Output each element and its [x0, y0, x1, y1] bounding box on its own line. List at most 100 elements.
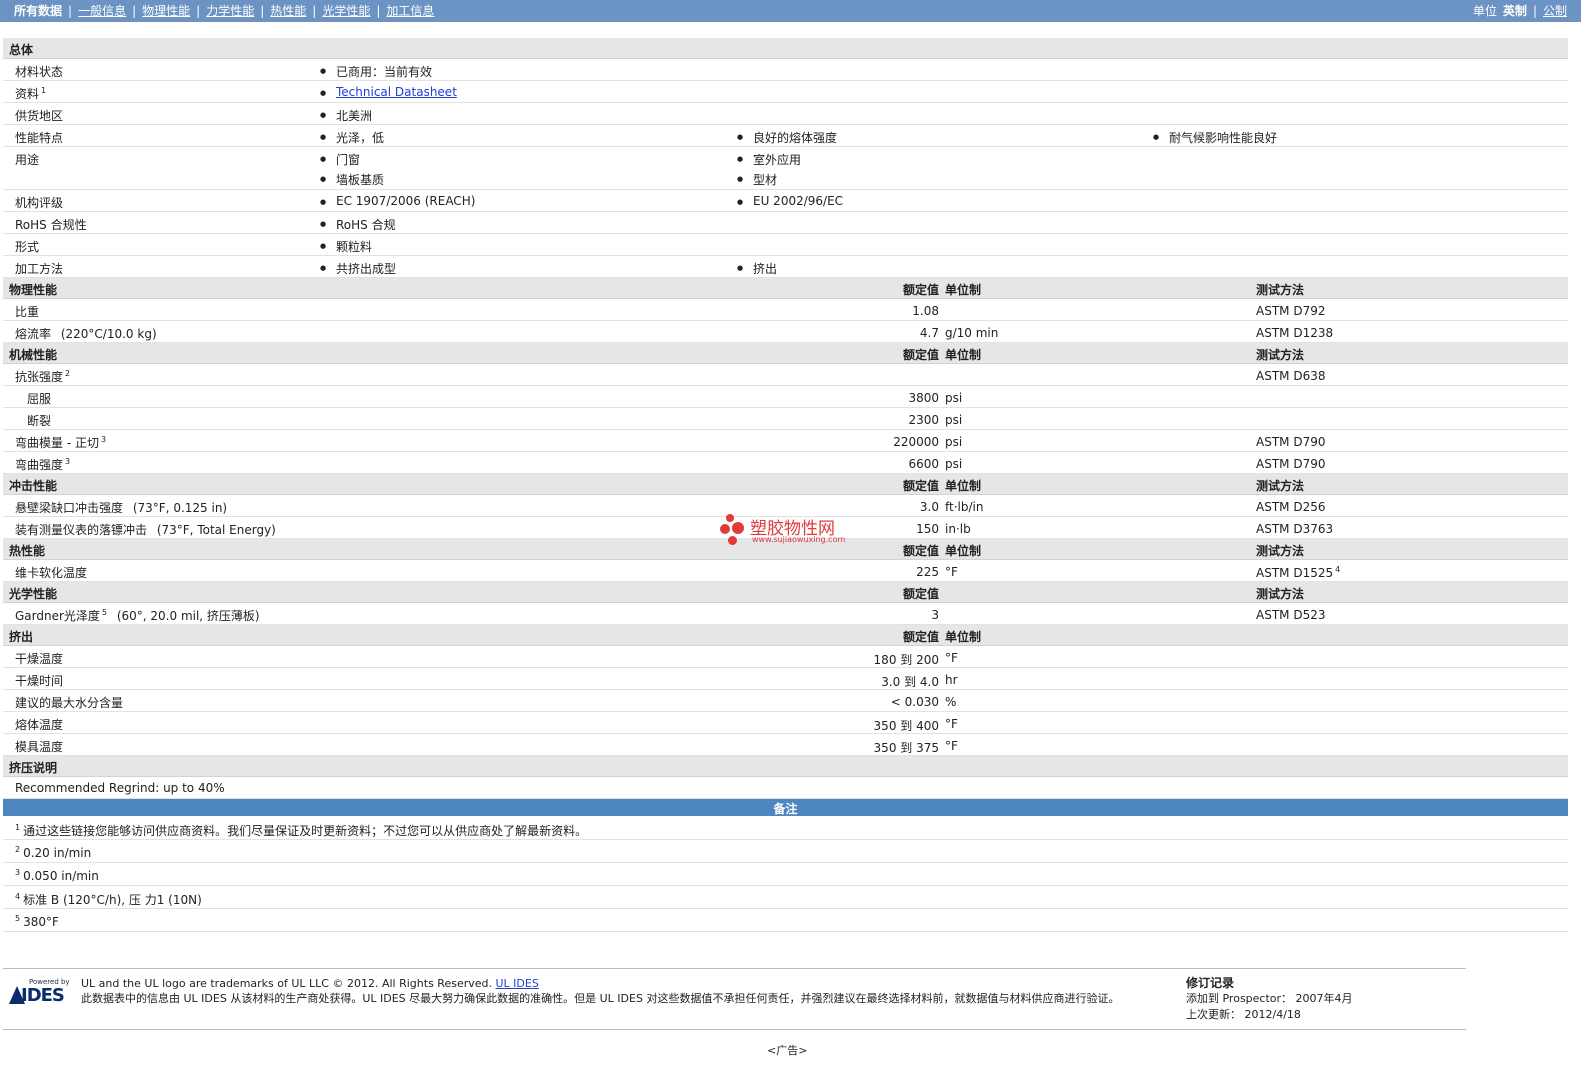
tab-0[interactable]: 所有数据: [14, 4, 62, 18]
tab-4[interactable]: 热性能: [270, 4, 306, 18]
unit-value: hr: [945, 673, 958, 687]
unit-value: psi: [945, 435, 963, 449]
notes-header: 备注: [3, 799, 1568, 816]
property-row: 弯曲模量 - 正切 3 220000 psi ASTM D790: [3, 430, 1568, 452]
nominal-value: 225: [916, 565, 939, 579]
test-method-header: 测试方法: [1256, 587, 1305, 601]
unit-value: psi: [945, 413, 963, 427]
test-method: ASTM D1238: [1256, 326, 1334, 340]
ad-placeholder: <广告>: [767, 1044, 808, 1057]
general-value: 已商用：当前有效: [320, 63, 432, 80]
property-label: 屈服: [27, 392, 52, 406]
ul-ides-link[interactable]: UL IDES: [496, 977, 539, 990]
nominal-value: 6600: [908, 457, 939, 471]
trademark-text: UL and the UL logo are trademarks of UL …: [81, 977, 539, 990]
property-label: 熔流率 (220°C/10.0 kg): [15, 327, 157, 341]
unit-value: ft·lb/in: [945, 500, 984, 514]
general-value: 北美洲: [320, 107, 372, 124]
technical-datasheet-link[interactable]: Technical Datasheet: [320, 85, 457, 99]
section-title: 冲击性能: [9, 479, 58, 493]
tab-1[interactable]: 一般信息: [78, 4, 126, 18]
section-title: 物理性能: [9, 283, 58, 297]
note-row: 5 380°F: [3, 909, 1568, 932]
test-method: ASTM D523: [1256, 608, 1326, 622]
property-row: Gardner光泽度 5 (60°, 20.0 mil, 挤压薄板) 3 ASTM D…: [3, 603, 1568, 625]
top-navigation-bar: 所有数据 | 一般信息 | 物理性能 | 力学性能 | 热性能 | 光学性能 | 加工信息 单位 英制 | 公…: [0, 0, 1581, 22]
watermark: 塑胶物性网 www.sujiaowuxing.com: [720, 512, 900, 548]
unit-header: 单位制: [945, 544, 982, 558]
unit-switcher: 单位 英制 | 公制: [1472, 4, 1567, 18]
property-label: 材料状态: [15, 65, 64, 79]
section-impact: 冲击性能 额定值 单位制 测试方法: [3, 474, 1568, 495]
test-method-header: 测试方法: [1256, 479, 1305, 493]
general-value: EU 2002/96/EC: [737, 194, 843, 208]
section-extrusion: 挤出 额定值 单位制: [3, 625, 1568, 646]
unit-value: °F: [945, 739, 958, 753]
extrusion-notes-text: Recommended Regrind: up to 40%: [15, 781, 225, 795]
section-physical: 物理性能 额定值 单位制 测试方法: [3, 278, 1568, 299]
tab-6[interactable]: 加工信息: [386, 4, 434, 18]
tab-2[interactable]: 物理性能: [142, 4, 190, 18]
general-row: 资料1 Technical Datasheet: [3, 81, 1568, 103]
footnote-ref: 2: [65, 369, 71, 378]
property-row: 比重 1.08 ASTM D792: [3, 299, 1568, 321]
test-method: ASTM D638: [1256, 369, 1326, 383]
property-row: 断裂 2300 psi: [3, 408, 1568, 430]
general-row: 机构评级 EC 1907/2006 (REACH) EU 2002/96/EC: [3, 190, 1568, 212]
property-label: 熔体温度: [15, 718, 64, 732]
tab-3[interactable]: 力学性能: [206, 4, 254, 18]
general-value: 共挤出成型: [320, 260, 396, 277]
property-row: 抗张强度 2 ASTM D638: [3, 364, 1568, 386]
section-extrusion-notes: 挤压说明: [3, 756, 1568, 777]
unit-option-0[interactable]: 英制: [1503, 4, 1527, 18]
nominal-value: 3.0 到 4.0: [881, 675, 939, 689]
nominal-value: 220000: [893, 435, 939, 449]
general-row: 供货地区 北美洲: [3, 103, 1568, 125]
property-row: 熔流率 (220°C/10.0 kg) 4.7 g/10 min ASTM D1238: [3, 321, 1568, 343]
test-condition: (60°, 20.0 mil, 挤压薄板): [113, 609, 260, 623]
general-value: 室外应用: [737, 151, 801, 168]
property-label: 装有测量仪表的落镖冲击 (73°F, Total Energy): [15, 523, 276, 537]
property-label: 机构评级: [15, 196, 64, 210]
property-label: Gardner光泽度 5 (60°, 20.0 mil, 挤压薄板): [15, 608, 260, 623]
nominal-value: 3: [931, 608, 939, 622]
property-label: 干燥温度: [15, 652, 64, 666]
note-text: 4 标准 B (120°C/h), 压 力1 (10N): [15, 892, 202, 907]
property-label: 形式: [15, 240, 40, 254]
unit-value: °F: [945, 651, 958, 665]
property-label: 抗张强度 2: [15, 369, 71, 384]
test-method: ASTM D3763: [1256, 522, 1334, 536]
property-label: 建议的最大水分含量: [15, 696, 124, 710]
property-label: 供货地区: [15, 109, 64, 123]
test-method-header: 测试方法: [1256, 348, 1305, 362]
nominal-value-header: 额定值: [902, 479, 939, 493]
general-row: 用途 门窗 室外应用墙板基质 型材: [3, 147, 1568, 190]
section-title: 机械性能: [9, 348, 58, 362]
note-text: 2 0.20 in/min: [15, 845, 92, 860]
unit-value: %: [945, 695, 957, 709]
section-title: 光学性能: [9, 587, 58, 601]
property-label: 性能特点: [15, 131, 64, 145]
test-condition: (220°C/10.0 kg): [57, 327, 157, 341]
ides-logo: Powered by IDES: [9, 978, 73, 1008]
test-method-header: 测试方法: [1256, 544, 1305, 558]
footnote-ref: 3: [65, 457, 71, 466]
general-value: 挤出: [737, 260, 777, 277]
nominal-value: 4.7: [919, 326, 939, 340]
nominal-value: 2300: [908, 413, 939, 427]
property-label: RoHS 合规性: [15, 218, 87, 232]
extrusion-notes-row: Recommended Regrind: up to 40%: [3, 777, 1568, 799]
unit-option-1[interactable]: 公制: [1543, 4, 1567, 18]
nominal-value-header: 额定值: [902, 283, 939, 297]
test-method-header: 测试方法: [1256, 283, 1305, 297]
general-row: RoHS 合规性 RoHS 合规: [3, 212, 1568, 234]
tab-5[interactable]: 光学性能: [322, 4, 370, 18]
property-label: 断裂: [27, 414, 52, 428]
unit-value: °F: [945, 717, 958, 731]
note-text: 1 通过这些链接您能够访问供应商资料。我们尽量保证及时更新资料；不过您可以从供应商…: [15, 823, 588, 838]
notes-title: 备注: [773, 802, 798, 816]
note-row: 2 0.20 in/min: [3, 840, 1568, 863]
section-mechanical: 机械性能 额定值 单位制 测试方法: [3, 343, 1568, 364]
nominal-value: < 0.030: [890, 695, 939, 709]
property-label: 维卡软化温度: [15, 566, 88, 580]
